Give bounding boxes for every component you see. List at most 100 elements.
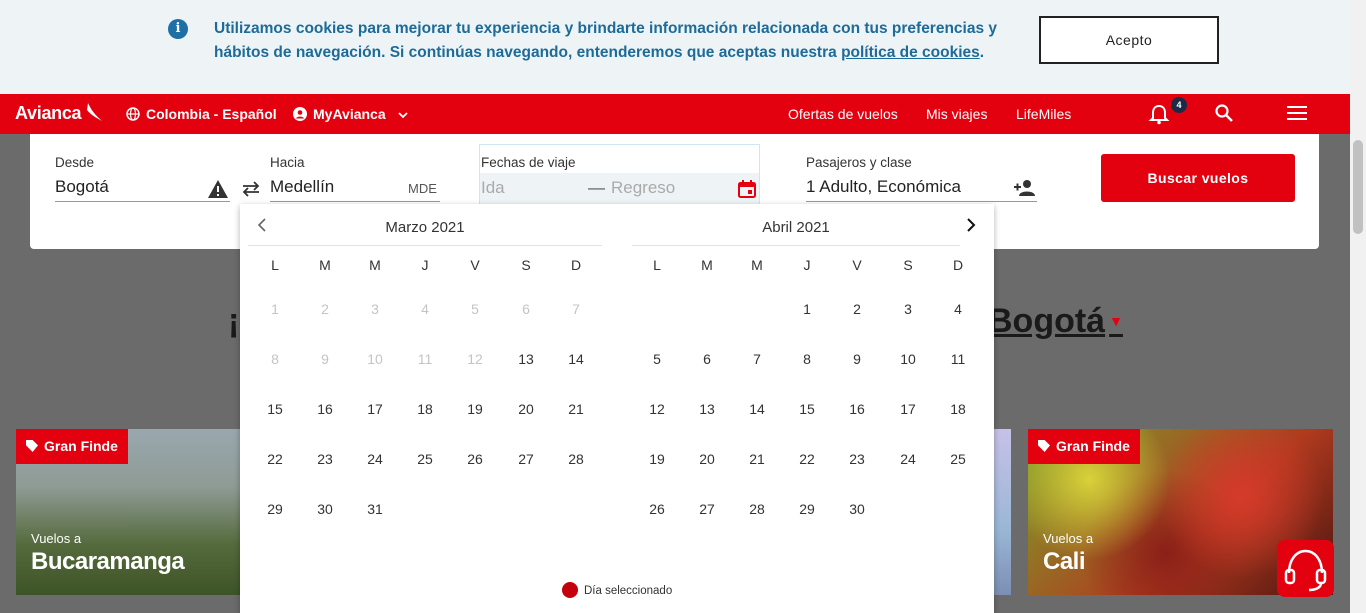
calendar-day: 9 [321, 351, 329, 367]
region-selector[interactable]: Colombia - Español [126, 106, 277, 122]
calendar-day[interactable]: 6 [692, 344, 722, 374]
calendar-day[interactable]: 19 [460, 394, 490, 424]
weekday-header: D [952, 257, 964, 273]
calendar-day[interactable]: 7 [742, 344, 772, 374]
destination-underline [270, 201, 440, 202]
calendar-day[interactable]: 22 [792, 444, 822, 474]
calendar-day[interactable]: 23 [842, 444, 872, 474]
cookie-message: Utilizamos cookies para mejorar tu exper… [214, 17, 1004, 65]
calendar-day[interactable]: 20 [692, 444, 722, 474]
calendar-day[interactable]: 13 [511, 344, 541, 374]
hamburger-menu-button[interactable] [1287, 105, 1307, 126]
calendar-day[interactable]: 1 [792, 294, 822, 324]
nav-link-my-trips[interactable]: Mis viajes [926, 106, 987, 122]
travel-dates-field[interactable]: Fechas de viaje Ida — Regreso [479, 144, 760, 205]
calendar-day[interactable]: 12 [642, 394, 672, 424]
calendar-day[interactable]: 14 [561, 344, 591, 374]
card-city: Cali [1043, 548, 1086, 575]
calendar-day[interactable]: 4 [943, 294, 973, 324]
calendar-day[interactable]: 26 [642, 494, 672, 524]
calendar-day[interactable]: 18 [410, 394, 440, 424]
calendar-day[interactable]: 8 [792, 344, 822, 374]
calendar-day[interactable]: 29 [260, 494, 290, 524]
notifications-button[interactable] [1148, 103, 1170, 125]
calendar-day[interactable]: 31 [360, 494, 390, 524]
headline-origin-city[interactable]: Bogotá ▼ [988, 302, 1123, 341]
calendar-day[interactable]: 15 [260, 394, 290, 424]
passengers-input[interactable]: 1 Adulto, Económica [806, 177, 961, 197]
support-chat-button[interactable] [1277, 540, 1334, 597]
calendar-day[interactable]: 29 [792, 494, 822, 524]
calendar-day[interactable]: 18 [943, 394, 973, 424]
deal-tag: Gran Finde [16, 429, 128, 464]
calendar-day[interactable]: 16 [842, 394, 872, 424]
calendar-day[interactable]: 25 [943, 444, 973, 474]
calendar-day[interactable]: 22 [260, 444, 290, 474]
tag-icon [26, 440, 38, 452]
calendar-day[interactable]: 20 [511, 394, 541, 424]
user-icon [293, 107, 307, 121]
month-divider-left [248, 245, 602, 246]
destination-input[interactable]: Medellín [270, 177, 334, 197]
calendar-day[interactable]: 17 [360, 394, 390, 424]
destination-card-bucaramanga[interactable]: Gran Finde Vuelos a Bucaramanga [16, 429, 240, 595]
weekday-header: M [369, 257, 381, 273]
calendar-day[interactable]: 19 [642, 444, 672, 474]
month-title-right: Abril 2021 [762, 219, 830, 236]
return-date-input[interactable]: Regreso [611, 178, 675, 198]
calendar-day[interactable]: 28 [561, 444, 591, 474]
account-menu[interactable]: MyAvianca [293, 106, 408, 122]
cookie-period: . [979, 44, 985, 61]
calendar-day[interactable]: 28 [742, 494, 772, 524]
origin-city-label: Bogotá [988, 302, 1106, 340]
calendar-day[interactable]: 10 [893, 344, 923, 374]
calendar-day[interactable]: 13 [692, 394, 722, 424]
weekday-header: S [521, 257, 531, 273]
nav-link-offers[interactable]: Ofertas de vuelos [788, 106, 898, 122]
search-flights-button[interactable]: Buscar vuelos [1101, 154, 1295, 202]
weekday-header: D [570, 257, 582, 273]
calendar-day[interactable]: 15 [792, 394, 822, 424]
calendar-day[interactable]: 25 [410, 444, 440, 474]
calendar-day[interactable]: 21 [742, 444, 772, 474]
top-navbar: Avianca Colombia - Español MyAvianca Ofe… [0, 94, 1350, 134]
swap-icon[interactable] [241, 181, 261, 197]
calendar-day[interactable]: 16 [310, 394, 340, 424]
search-button[interactable] [1214, 103, 1234, 128]
calendar-day[interactable]: 11 [943, 344, 973, 374]
calendar-day[interactable]: 2 [842, 294, 872, 324]
calendar-day[interactable]: 17 [893, 394, 923, 424]
destination-code: MDE [408, 181, 437, 196]
calendar-day[interactable]: 30 [842, 494, 872, 524]
calendar-day[interactable]: 23 [310, 444, 340, 474]
calendar-day[interactable]: 9 [842, 344, 872, 374]
next-month-button[interactable] [965, 216, 977, 239]
calendar-day[interactable]: 21 [561, 394, 591, 424]
add-person-icon [1014, 180, 1035, 196]
calendar-icon[interactable] [737, 179, 757, 199]
calendar-day[interactable]: 14 [742, 394, 772, 424]
avianca-logo[interactable]: Avianca [15, 103, 102, 124]
calendar-day[interactable]: 27 [692, 494, 722, 524]
calendar-day[interactable]: 24 [893, 444, 923, 474]
calendar-day[interactable]: 5 [642, 344, 672, 374]
scrollbar-thumb[interactable] [1353, 140, 1363, 234]
origin-input[interactable]: Bogotá [55, 177, 109, 197]
calendar-day[interactable]: 27 [511, 444, 541, 474]
calendar-day[interactable]: 3 [893, 294, 923, 324]
cookie-policy-link[interactable]: política de cookies [841, 44, 980, 61]
nav-link-lifemiles[interactable]: LifeMiles [1016, 106, 1071, 122]
month-divider-right [632, 245, 960, 246]
headset-icon [1284, 549, 1327, 592]
caret-down-icon: ▼ [1109, 313, 1123, 329]
depart-date-input[interactable]: Ida [481, 178, 505, 198]
calendar-day[interactable]: 26 [460, 444, 490, 474]
calendar-day[interactable]: 30 [310, 494, 340, 524]
destination-card-partial[interactable] [994, 429, 1011, 595]
destination-label: Hacia [270, 155, 305, 170]
calendar-legend: Día seleccionado [562, 582, 672, 598]
tag-label: Gran Finde [44, 438, 118, 454]
page-scrollbar[interactable] [1350, 0, 1366, 613]
calendar-day[interactable]: 24 [360, 444, 390, 474]
accept-cookies-button[interactable]: Acepto [1039, 16, 1219, 64]
